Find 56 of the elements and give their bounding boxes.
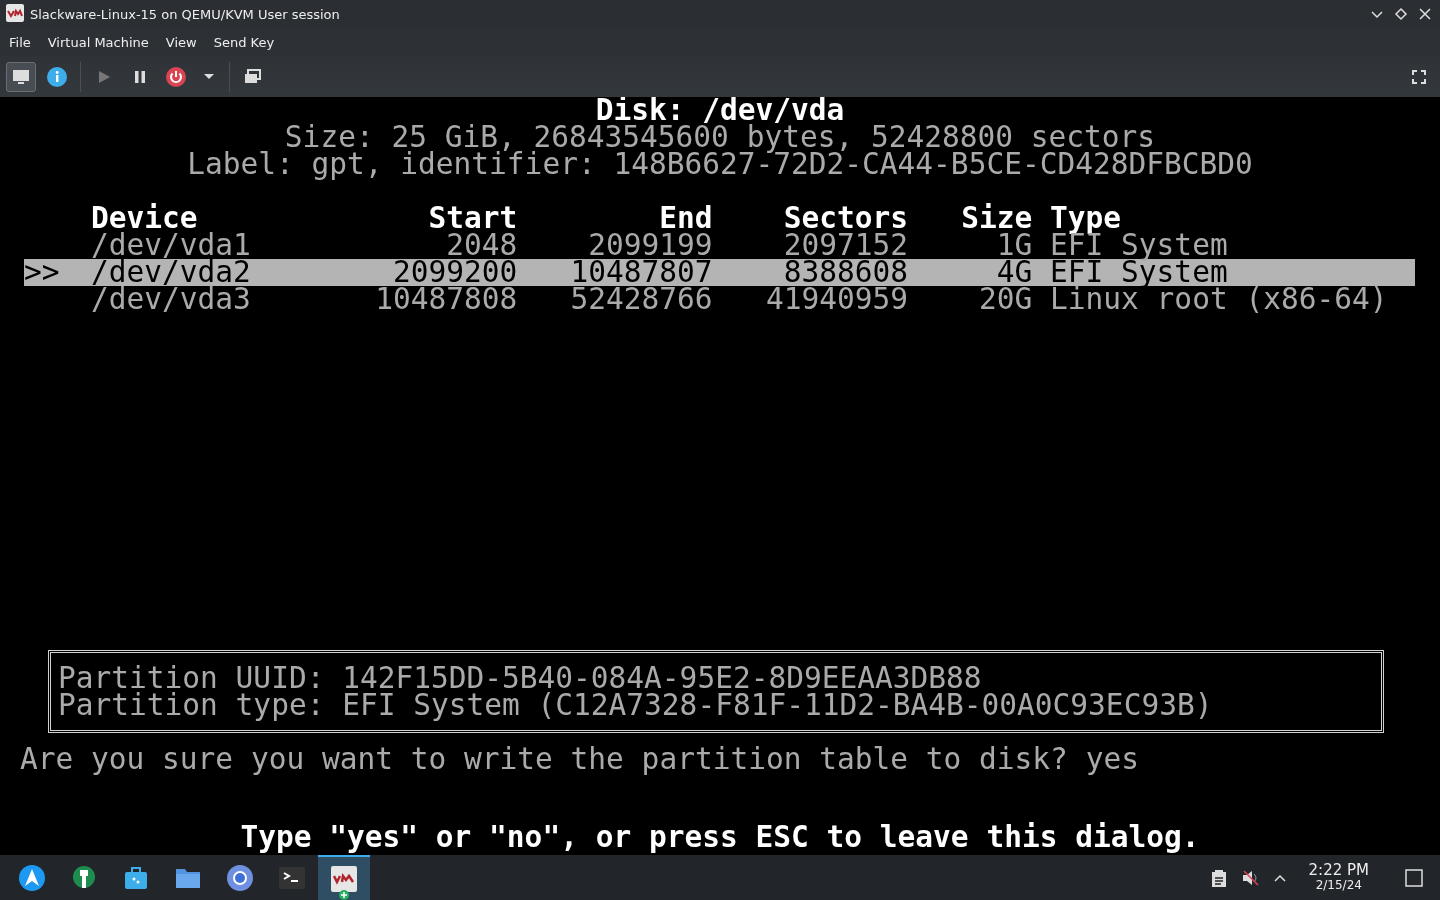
partition-row[interactable]: /dev/vda3 10487808 52428766 41940959 20G Linux root (x86-64)	[24, 286, 1415, 313]
column-header: End	[659, 205, 713, 232]
table-cell-text: 2099199	[588, 232, 713, 259]
column-header: Size	[960, 205, 1033, 232]
table-cell-text: 8388608	[783, 259, 908, 286]
menu-item[interactable]: Virtual Machine	[40, 31, 156, 53]
table-cell-text: /dev/vda1	[91, 232, 252, 259]
table-cell: EFI System	[1050, 259, 1228, 286]
muted-speaker-icon[interactable]	[1240, 868, 1259, 887]
column-header: Sectors	[782, 205, 908, 232]
menu-item[interactable]: View	[158, 31, 204, 53]
partition-row[interactable]: >> /dev/vda2 2099200 10487807 8388608 4G EFI System	[24, 259, 1415, 286]
clock-time[interactable]: 2:22 PM	[1308, 863, 1369, 880]
table-cell-text: 41940959	[764, 286, 908, 313]
confirm-prompt: Are you sure you want to write the partition table to disk? yes	[20, 746, 1140, 773]
table-cell-text: 2097152	[782, 232, 908, 259]
vm-manager-icon	[330, 864, 358, 893]
column-header: Type	[1050, 205, 1122, 232]
table-cell-text: 10487807	[569, 259, 713, 286]
plus-badge-icon	[339, 890, 349, 900]
table-cell-text: 10487808	[374, 286, 518, 313]
table-cell-text: 1G	[995, 232, 1033, 259]
table-cell-text: /dev/vda3	[91, 286, 252, 313]
browser-icon	[226, 863, 254, 892]
column-header: Device	[91, 205, 198, 232]
clock-date[interactable]: 2/15/24	[1315, 879, 1362, 892]
table-cell-text: 20G	[978, 286, 1033, 313]
table-cell-text: 2099200	[392, 259, 518, 286]
close-icon[interactable]	[1418, 7, 1432, 21]
disk-info: Size: 25 GiB, 26843545600 bytes, 52428800 sectors	[284, 124, 1156, 151]
info-icon	[47, 66, 67, 87]
monitor-button[interactable]	[6, 61, 36, 92]
table-cell: EFI System	[1050, 232, 1228, 259]
taskbar-app-button[interactable]	[318, 855, 370, 900]
table-cell: Linux root (x86-64)	[1050, 286, 1388, 313]
caret-icon	[204, 74, 214, 79]
table-cell-text: 2048	[446, 232, 518, 259]
launcher-icon	[18, 863, 46, 892]
window-title: Slackware-Linux-15 on QEMU/KVM User session	[30, 6, 340, 22]
partition-info-text: Partition UUID: 142F15DD-5B40-084A-95E2-8D9EEAA3DB88	[58, 665, 982, 692]
fullscreen-icon[interactable]	[1412, 69, 1426, 84]
column-header: Start	[427, 205, 518, 232]
disk-info: Label: gpt, identifier: 148B6627-72D2-CA44-B5CE-CD428DFBCBD0	[186, 151, 1254, 178]
menu-item[interactable]: Send Key	[206, 31, 282, 53]
clipboard-icon[interactable]	[1210, 868, 1227, 887]
partition-row[interactable]: /dev/vda1 2048 2099199 2097152 1G EFI System	[24, 232, 1415, 259]
table-cell-text: 52428766	[569, 286, 713, 313]
menu-item[interactable]: File	[2, 31, 38, 53]
maximize-icon[interactable]	[1394, 7, 1408, 21]
table-cell-text: 4G	[996, 259, 1033, 286]
show-desktop-icon[interactable]	[1405, 868, 1423, 887]
partition-info-text: Partition type: EFI System (C12A7328-F81F-11D2-BA4B-00A0C93EC93B)	[58, 692, 1214, 719]
app-logo-icon	[6, 3, 24, 22]
dialog-hint: Type "yes" or "no", or press ESC to leave this dialog.	[239, 823, 1201, 851]
table-cell-text: /dev/vda2	[91, 259, 252, 286]
power-icon	[166, 66, 186, 87]
